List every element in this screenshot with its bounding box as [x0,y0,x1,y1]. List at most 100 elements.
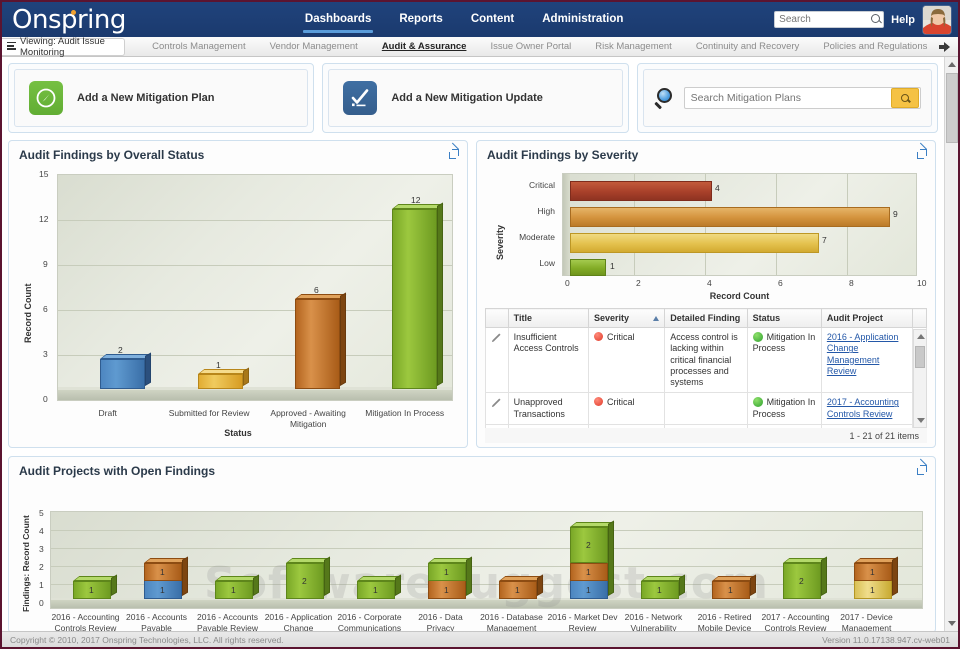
nav-dashboards[interactable]: Dashboards [291,2,385,37]
chart3-bar-2[interactable]: 1 [215,581,253,599]
search-mitigation-plans-input[interactable] [685,92,891,104]
chart3-bar-8[interactable]: 1 [641,581,679,599]
row-audit-project[interactable]: 2016 - Application Change Management Rev… [821,328,912,393]
table-scroll-thumb[interactable] [915,346,925,368]
footer-version: Version 11.0.17138.947.cv-web01 [822,635,950,645]
chart3-bar-5[interactable]: 1 1 [428,563,466,599]
table-scrollbar[interactable] [913,329,927,428]
tab-controls-management[interactable]: Controls Management [140,41,257,52]
chart2-bar-moderate[interactable] [570,233,819,253]
page-scroll-down-icon[interactable] [948,621,956,626]
viewing-label: Viewing: Audit Issue Monitoring [20,36,117,58]
th-audit-project[interactable]: Audit Project [821,309,912,328]
add-mitigation-plan-card[interactable]: Add a New Mitigation Plan [8,63,314,133]
th-severity[interactable]: Severity [589,309,665,328]
chart2-value-moderate: 7 [822,235,827,245]
popout-icon-severity[interactable] [917,149,927,159]
chart3-bar-7[interactable]: 2 1 1 [570,527,608,599]
search-icon[interactable] [871,14,880,23]
chart1-bar-approved-awaiting[interactable] [295,299,340,389]
chart2-bar-high[interactable] [570,207,890,227]
page-scrollbar[interactable] [944,57,958,631]
table-row[interactable]: Unapproved Transactions Critical Mitigat… [486,393,927,425]
page-scroll-up-icon[interactable] [948,62,956,67]
chart3-bar-11[interactable]: 1 1 [854,563,892,599]
scroll-tabs-right-icon[interactable] [939,41,950,53]
chart3-xtick-11: 2017 - Device Management Security Audit [831,612,902,631]
chart3-bar-9[interactable]: 1 [712,581,750,599]
tab-issue-owner-portal[interactable]: Issue Owner Portal [478,41,583,52]
row-edit-cell[interactable] [486,393,509,425]
nav-content[interactable]: Content [457,2,528,37]
tab-vendor-management[interactable]: Vendor Management [258,41,370,52]
chart3-xtick-9: 2016 - Retired Mobile Device Security Re… [689,612,760,631]
chart3-val-2-0: 1 [231,585,236,595]
tab-audit-assurance[interactable]: Audit & Assurance [370,41,479,52]
avatar-image [923,6,952,35]
chart1-bar-mitigation-in-process[interactable] [392,209,437,389]
tab-continuity-and-recovery[interactable]: Continuity and Recovery [684,41,812,52]
panel-audit-findings-by-overall-status: Audit Findings by Overall Status Record … [8,140,468,448]
dashboard-body: Add a New Mitigation Plan Add a New Miti [2,57,958,631]
table-row[interactable]: Missing Security Critical Approved [486,424,927,428]
add-mitigation-update-card[interactable]: Add a New Mitigation Update [322,63,628,133]
chart3-bar-3[interactable]: 2 [286,563,324,599]
pencil-icon[interactable] [491,332,502,343]
table-header-row: Title Severity Detailed Finding Status A… [486,309,927,328]
th-severity-label: Severity [594,313,629,323]
global-search-input[interactable] [775,14,865,25]
table-row[interactable]: Insufficient Access Controls Critical Ac… [486,328,927,393]
chart3-bar-1[interactable]: 1 1 [144,563,182,599]
chart1-value-submitted: 1 [216,360,221,370]
chart3-plot-area: SoftwareSuggest.com 1 [50,511,923,609]
th-detailed-finding[interactable]: Detailed Finding [665,309,747,328]
chart1-bar-draft[interactable] [100,359,145,389]
row-status: Mitigation In Process [747,328,821,393]
search-mitigation-plans-card[interactable] [637,63,938,133]
nav-administration[interactable]: Administration [528,2,637,37]
chart3-xtick-6: 2016 - Database Management Review [476,612,547,631]
user-avatar[interactable] [922,5,952,35]
pencil-icon[interactable] [491,397,502,408]
chart2-bar-critical[interactable] [570,181,712,201]
search-submit-button[interactable] [891,88,919,108]
row-edit-cell[interactable] [486,424,509,428]
add-mitigation-plan-button[interactable]: Add a New Mitigation Plan [14,69,308,127]
row-audit-project-link[interactable]: 2016 - Application Change Management Rev… [827,332,899,376]
chart2-ytick-low: Low [509,258,555,268]
chart3-val-1-0: 1 [160,585,165,595]
dashboard-canvas: Add a New Mitigation Plan Add a New Miti [2,57,944,631]
logo-dot-icon [71,10,76,15]
chart2-bar-low[interactable] [570,259,606,276]
app-logo[interactable]: Onspring [2,5,126,35]
tab-risk-management[interactable]: Risk Management [583,41,684,52]
chart3-val-1-1: 1 [160,567,165,577]
table-scroll-up-icon[interactable] [917,334,925,339]
search-mitigation-plans-field[interactable] [684,87,921,109]
popout-icon-overall-status[interactable] [449,149,459,159]
chart3-val-7-1: 1 [586,567,591,577]
row-audit-project[interactable]: 2017 - Accounting Controls Review [821,393,912,425]
nav-reports[interactable]: Reports [385,2,456,37]
chart3-xtick-4: 2016 - Corporate Communications [334,612,405,631]
page-scroll-thumb[interactable] [946,73,958,143]
chart1-bar-submitted[interactable] [198,374,243,389]
global-search[interactable] [774,11,884,28]
th-status[interactable]: Status [747,309,821,328]
viewing-selector[interactable]: Viewing: Audit Issue Monitoring [2,38,125,56]
chart3-bar-0[interactable]: 1 [73,581,111,599]
chart3-bar-10[interactable]: 2 [783,563,821,599]
tab-policies-and-regulations[interactable]: Policies and Regulations [811,41,939,52]
chart3-bar-4[interactable]: 1 [357,581,395,599]
table-scroll-down-icon[interactable] [917,418,925,423]
th-title[interactable]: Title [508,309,588,328]
chart3-bar-6[interactable]: 1 [499,581,537,599]
row-edit-cell[interactable] [486,328,509,393]
chart1-x-title: Status [9,428,467,438]
popout-icon-open-findings[interactable] [917,465,927,475]
add-mitigation-update-button[interactable]: Add a New Mitigation Update [328,69,622,127]
chart3-val-4-0: 1 [373,585,378,595]
row-audit-project-link[interactable]: 2017 - Accounting Controls Review [827,397,899,418]
row-audit-project[interactable]: 2016 - Data [821,424,912,428]
help-link[interactable]: Help [891,14,915,26]
